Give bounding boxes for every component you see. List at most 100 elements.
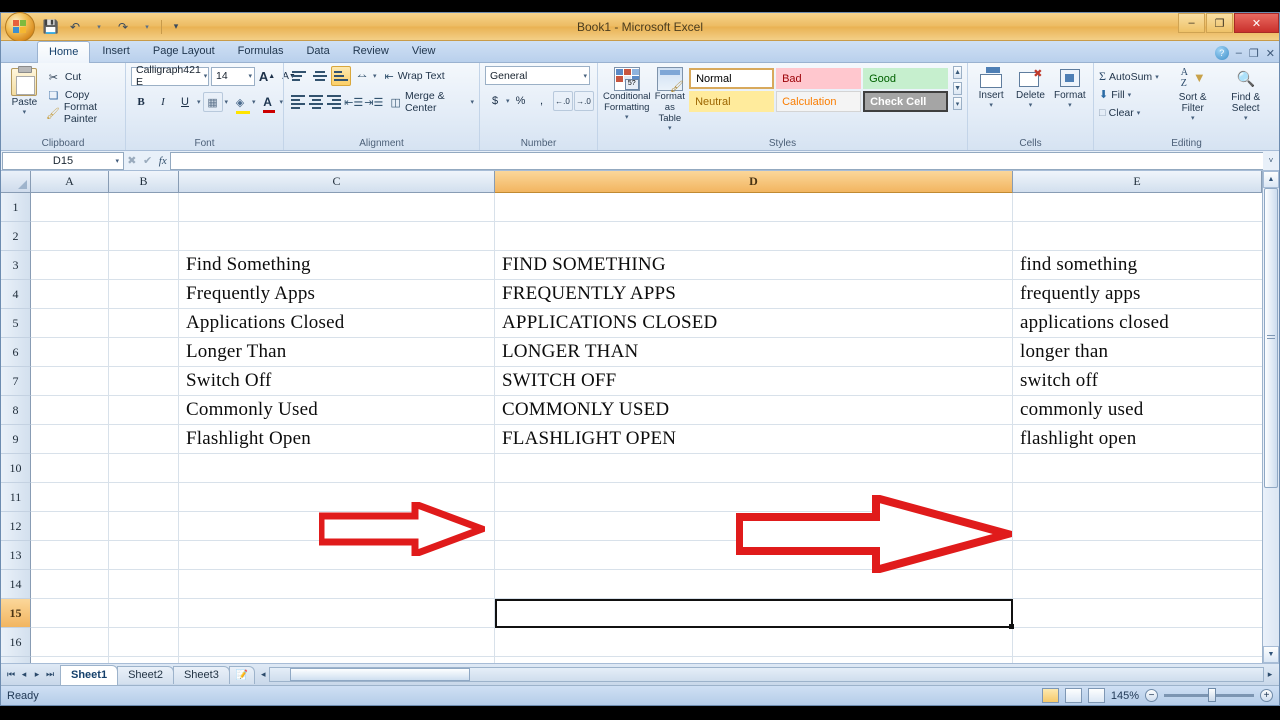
tab-home[interactable]: Home: [37, 41, 91, 63]
cell-B14[interactable]: [109, 570, 179, 598]
tab-review[interactable]: Review: [342, 41, 400, 62]
format-as-table-dropdown-icon[interactable]: ▾: [668, 124, 672, 132]
close-button[interactable]: ✕: [1234, 13, 1279, 33]
cut-button[interactable]: ✂ Cut: [46, 69, 120, 85]
insert-cells-dropdown-icon[interactable]: ▾: [989, 101, 993, 109]
tab-page-layout[interactable]: Page Layout: [142, 41, 226, 62]
restore-window-icon[interactable]: ❐: [1249, 47, 1259, 60]
bold-button[interactable]: B: [131, 92, 151, 112]
comma-button[interactable]: ,: [532, 91, 552, 111]
cell-A5[interactable]: [31, 309, 109, 337]
find-select-button[interactable]: 🔍 Find & Select ▾: [1221, 66, 1271, 122]
wrap-text-button[interactable]: ⇤ Wrap Text: [385, 66, 445, 86]
row-header-1[interactable]: 1: [1, 193, 31, 222]
redo-dropdown-icon[interactable]: ▾: [137, 17, 157, 37]
formula-input[interactable]: [170, 151, 1263, 170]
cell-B5[interactable]: [109, 309, 179, 337]
cell-C10[interactable]: [179, 454, 495, 482]
cell-C8[interactable]: Commonly Used: [179, 396, 495, 424]
normal-view-button[interactable]: [1041, 688, 1059, 703]
cell-B16[interactable]: [109, 628, 179, 656]
name-box-dropdown-icon[interactable]: ▾: [115, 157, 119, 165]
borders-dropdown-icon[interactable]: ▾: [225, 98, 229, 106]
align-top-button[interactable]: [289, 66, 309, 86]
cell-style-check-cell[interactable]: Check Cell: [863, 91, 949, 112]
horizontal-scrollbar[interactable]: ◂ ▸: [257, 667, 1276, 683]
minimize-button[interactable]: –: [1178, 13, 1205, 33]
cell-B9[interactable]: [109, 425, 179, 453]
column-header-a[interactable]: A: [31, 171, 109, 193]
cell-E14[interactable]: [1013, 570, 1279, 598]
row-header-7[interactable]: 7: [1, 367, 31, 396]
align-right-button[interactable]: [326, 92, 343, 112]
cell-E4[interactable]: frequently apps: [1013, 280, 1279, 308]
row-header-16[interactable]: 16: [1, 628, 31, 657]
undo-icon[interactable]: ↶: [65, 17, 85, 37]
styles-scroll-down-icon[interactable]: ▼: [953, 81, 962, 95]
cell-D10[interactable]: [495, 454, 1013, 482]
fill-color-button[interactable]: ◈: [230, 92, 250, 114]
cell-E1[interactable]: [1013, 193, 1279, 221]
column-header-c[interactable]: C: [179, 171, 495, 193]
styles-more-icon[interactable]: ▾: [953, 97, 962, 110]
cell-A3[interactable]: [31, 251, 109, 279]
cell-E11[interactable]: [1013, 483, 1279, 511]
cell-D1[interactable]: [495, 193, 1013, 221]
row-header-14[interactable]: 14: [1, 570, 31, 599]
cell-styles-scroll[interactable]: ▲ ▼ ▾: [953, 66, 962, 110]
close-window-icon[interactable]: ✕: [1266, 47, 1275, 60]
cell-D6[interactable]: LONGER THAN: [495, 338, 1013, 366]
sheet-tab-sheet1[interactable]: Sheet1: [60, 664, 119, 685]
hscroll-right-icon[interactable]: ▸: [1264, 669, 1276, 680]
cell-C9[interactable]: Flashlight Open: [179, 425, 495, 453]
fill-color-dropdown-icon[interactable]: ▾: [252, 98, 256, 106]
office-button[interactable]: [5, 12, 35, 42]
cell-B11[interactable]: [109, 483, 179, 511]
row-header-17[interactable]: 17: [1, 657, 31, 663]
cell-C17[interactable]: [179, 657, 495, 663]
find-select-dropdown-icon[interactable]: ▾: [1244, 114, 1248, 122]
align-middle-button[interactable]: [310, 66, 330, 86]
redo-icon[interactable]: ↷: [113, 17, 133, 37]
cell-E6[interactable]: longer than: [1013, 338, 1279, 366]
page-break-view-button[interactable]: [1087, 688, 1105, 703]
cell-B4[interactable]: [109, 280, 179, 308]
conditional-formatting-button[interactable]: 5? Conditional Formatting ▾: [603, 66, 651, 121]
conditional-formatting-dropdown-icon[interactable]: ▾: [625, 113, 629, 121]
cell-A2[interactable]: [31, 222, 109, 250]
sort-filter-button[interactable]: AZ ▼ Sort & Filter ▾: [1168, 66, 1218, 122]
cell-A16[interactable]: [31, 628, 109, 656]
cell-A9[interactable]: [31, 425, 109, 453]
cancel-formula-icon[interactable]: ✖: [127, 154, 136, 167]
cell-A11[interactable]: [31, 483, 109, 511]
expand-formula-bar-icon[interactable]: ˅: [1263, 151, 1279, 170]
row-header-2[interactable]: 2: [1, 222, 31, 251]
underline-dropdown-icon[interactable]: ▾: [197, 98, 201, 106]
zoom-slider-handle[interactable]: [1208, 688, 1216, 702]
cell-style-calculation[interactable]: Calculation: [776, 91, 862, 112]
cell-C1[interactable]: [179, 193, 495, 221]
cell-D16[interactable]: [495, 628, 1013, 656]
vertical-scrollbar[interactable]: ▲ ▼: [1262, 171, 1279, 663]
help-icon[interactable]: ?: [1214, 46, 1229, 60]
cell-B13[interactable]: [109, 541, 179, 569]
cell-E5[interactable]: applications closed: [1013, 309, 1279, 337]
cell-A12[interactable]: [31, 512, 109, 540]
autosum-dropdown-icon[interactable]: ▾: [1155, 73, 1159, 81]
borders-button[interactable]: ▦: [202, 92, 223, 112]
next-sheet-icon[interactable]: ▸: [31, 669, 43, 680]
save-icon[interactable]: 💾: [41, 17, 61, 37]
cell-B17[interactable]: [109, 657, 179, 663]
sheet-tab-sheet2[interactable]: Sheet2: [117, 665, 174, 684]
cell-E7[interactable]: switch off: [1013, 367, 1279, 395]
cell-style-good[interactable]: Good: [863, 68, 949, 89]
row-header-11[interactable]: 11: [1, 483, 31, 512]
font-color-button[interactable]: A: [258, 92, 278, 113]
sort-filter-dropdown-icon[interactable]: ▾: [1191, 114, 1195, 122]
cell-C5[interactable]: Applications Closed: [179, 309, 495, 337]
cell-D14[interactable]: [495, 570, 1013, 598]
row-header-9[interactable]: 9: [1, 425, 31, 454]
cell-E12[interactable]: [1013, 512, 1279, 540]
first-sheet-icon[interactable]: ⏮: [5, 669, 17, 680]
align-bottom-button[interactable]: [331, 66, 351, 86]
